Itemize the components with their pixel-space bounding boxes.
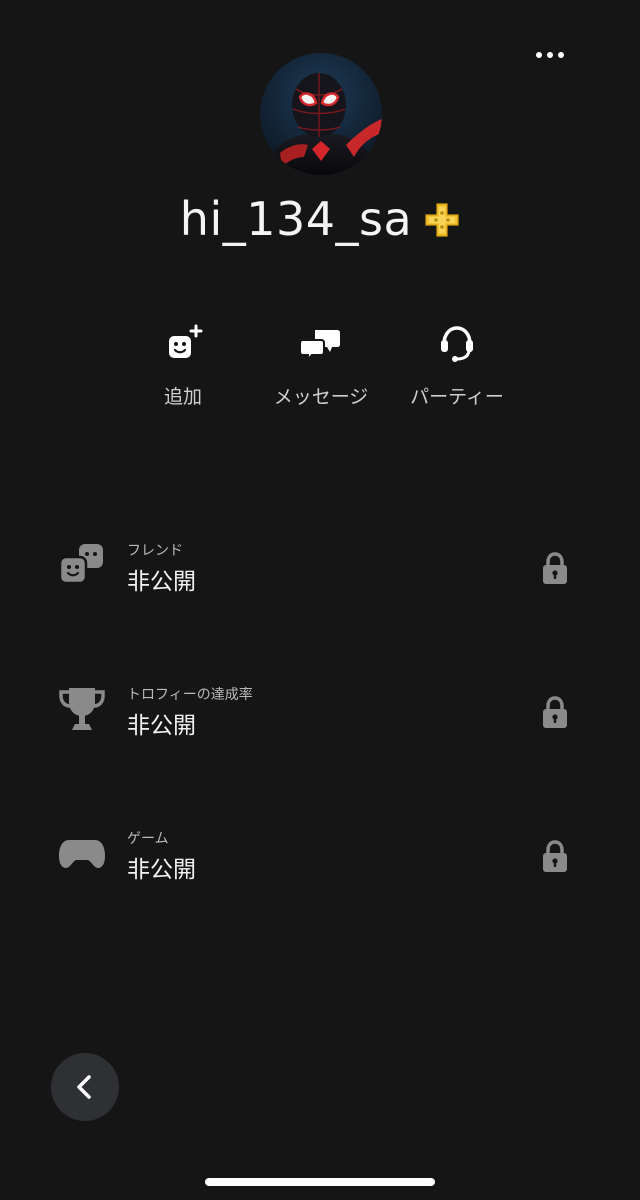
- friends-title: フレンド: [127, 543, 183, 559]
- friends-row[interactable]: フレンド 非公開: [0, 530, 640, 610]
- avatar-image: [260, 53, 382, 175]
- more-dot: [558, 52, 564, 58]
- add-friend-label: 追加: [163, 386, 202, 408]
- trophy-value: 非公開: [127, 713, 196, 739]
- lock-icon: [540, 552, 570, 586]
- more-options-button[interactable]: [530, 40, 570, 70]
- message-label: メッセージ: [273, 386, 369, 408]
- home-indicator[interactable]: [205, 1178, 435, 1186]
- games-value: 非公開: [127, 857, 196, 883]
- headset-icon: [435, 322, 479, 366]
- add-friend-button[interactable]: 追加: [113, 322, 253, 409]
- message-icon: [299, 322, 343, 366]
- lock-icon: [540, 840, 570, 874]
- games-row[interactable]: ゲーム 非公開: [0, 818, 640, 898]
- username-row: hi_134_sa: [0, 192, 640, 246]
- add-friend-icon: [161, 322, 205, 366]
- party-button[interactable]: パーティー: [387, 322, 527, 409]
- ps-plus-icon: [424, 202, 460, 238]
- trophy-title: トロフィーの達成率: [127, 687, 253, 703]
- more-dot: [547, 52, 553, 58]
- message-button[interactable]: メッセージ: [251, 322, 391, 409]
- friends-icon: [57, 540, 107, 590]
- party-label: パーティー: [410, 386, 504, 408]
- more-horizontal-icon: [536, 52, 542, 58]
- avatar[interactable]: [260, 53, 382, 175]
- chevron-left-icon: [77, 1075, 91, 1099]
- games-title: ゲーム: [127, 831, 169, 847]
- friends-value: 非公開: [127, 569, 196, 595]
- trophy-row[interactable]: トロフィーの達成率 非公開: [0, 674, 640, 754]
- back-button[interactable]: [51, 1053, 119, 1121]
- username: hi_134_sa: [179, 192, 413, 246]
- lock-icon: [540, 696, 570, 730]
- gamepad-icon: [57, 828, 107, 878]
- trophy-icon: [57, 684, 107, 734]
